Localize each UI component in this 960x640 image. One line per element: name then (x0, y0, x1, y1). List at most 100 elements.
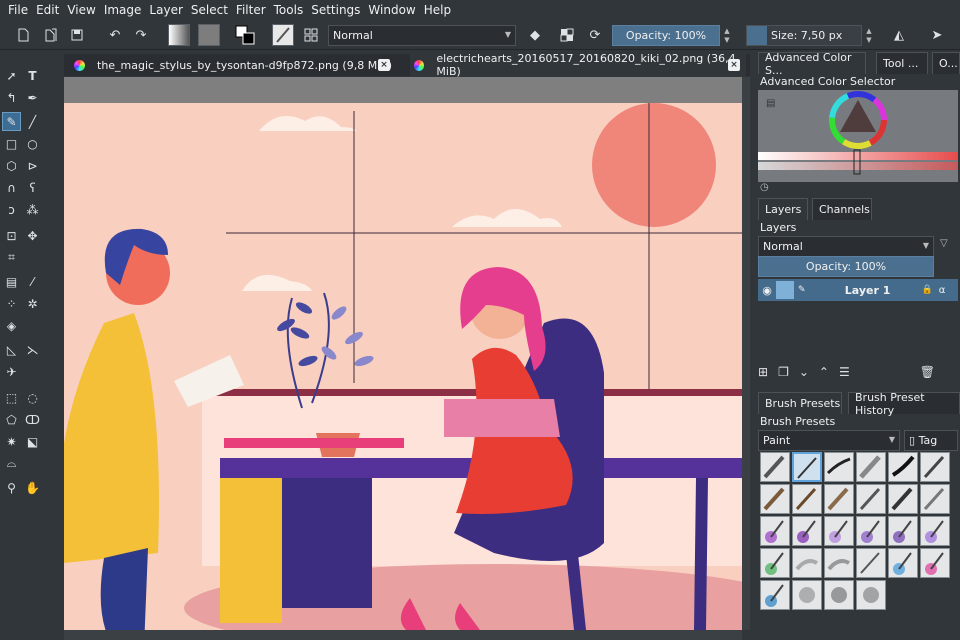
brush-filter-select[interactable]: Paint ▼ (758, 430, 900, 451)
tab-tool-options[interactable]: Tool ... (876, 52, 928, 74)
freehand-path-icon[interactable]: ʕ (23, 178, 42, 197)
mirror-horizontal-icon[interactable]: ◭ (888, 24, 910, 46)
color-wheel[interactable] (758, 90, 958, 182)
brush-tag-select[interactable]: ▯ Tag (904, 430, 958, 451)
brush-preset[interactable] (792, 484, 822, 514)
pattern-swatch[interactable] (198, 24, 220, 46)
freehand-select-icon[interactable]: ↀ (23, 410, 42, 429)
brush-preset[interactable] (920, 484, 950, 514)
colorize-mask-icon[interactable]: ⁘ (2, 294, 21, 313)
color-history-icon[interactable]: ◷ (760, 182, 769, 193)
brush-preset[interactable] (888, 484, 918, 514)
filter-icon[interactable]: ▽ (940, 238, 948, 249)
menu-window[interactable]: Window (364, 0, 419, 20)
brush-preset[interactable] (920, 548, 950, 578)
brush-preset-icon[interactable] (272, 24, 294, 46)
save-icon[interactable] (66, 24, 88, 46)
reload-preset-icon[interactable]: ⟳ (584, 24, 606, 46)
move-tool-icon[interactable]: ✥ (23, 226, 42, 245)
canvas-vertical-scrollbar[interactable] (742, 77, 750, 630)
tab-overview[interactable]: O... (932, 52, 960, 74)
brush-preset[interactable] (888, 548, 918, 578)
polyline-tool-icon[interactable]: ⊳ (23, 156, 42, 175)
rectangle-tool-icon[interactable]: □ (2, 134, 21, 153)
advanced-color-selector[interactable]: ▤ (758, 90, 958, 182)
blend-mode-select[interactable]: Normal ▼ (328, 25, 516, 46)
brush-preset[interactable] (856, 516, 886, 546)
menu-filter[interactable]: Filter (232, 0, 270, 20)
brush-preset[interactable] (760, 580, 790, 610)
layer-row-layer-1[interactable]: ◉ ✎ Layer 1 🔒 α (758, 279, 958, 301)
brush-preset[interactable] (792, 516, 822, 546)
brush-preset-selected[interactable] (792, 452, 822, 482)
brush-preset[interactable] (920, 516, 950, 546)
brush-preset[interactable] (888, 516, 918, 546)
canvas-horizontal-scrollbar[interactable] (64, 630, 742, 640)
ellipse-select-icon[interactable]: ◌ (23, 388, 42, 407)
gradient-swatch[interactable] (168, 24, 190, 46)
add-layer-icon[interactable]: ⊞ (758, 365, 768, 379)
brush-preset[interactable] (824, 516, 854, 546)
tab-brush-presets[interactable]: Brush Presets (758, 392, 842, 414)
properties-icon[interactable]: ☰ (839, 365, 850, 379)
gradient-tool-icon[interactable]: ▤ (2, 272, 21, 291)
color-picker-icon[interactable]: ⁄ (23, 272, 42, 291)
brush-preset[interactable] (792, 580, 822, 610)
brush-preset[interactable] (824, 484, 854, 514)
brush-preset[interactable] (760, 548, 790, 578)
menu-image[interactable]: Image (100, 0, 146, 20)
tab-channels[interactable]: Channels (812, 198, 872, 220)
measure-tool-icon[interactable]: ⋋ (23, 340, 42, 359)
tab-layers[interactable]: Layers (758, 198, 808, 220)
opacity-slider[interactable]: Opacity: 100% (612, 25, 720, 46)
opacity-spin[interactable]: ▲ ▼ (722, 25, 732, 46)
ellipse-tool-icon[interactable]: ○ (23, 134, 42, 153)
contiguous-select-icon[interactable]: ✷ (2, 432, 21, 451)
bezier-select-icon[interactable]: ⌓ (2, 454, 21, 473)
document-tab-2[interactable]: electrichearts_20160517_20160820_kiki_02… (410, 52, 746, 78)
delete-layer-icon[interactable]: 🗑 (920, 365, 935, 379)
rect-select-icon[interactable]: ⬚ (2, 388, 21, 407)
menu-select[interactable]: Select (187, 0, 232, 20)
alpha-lock-icon[interactable] (556, 24, 578, 46)
fill-tool-icon[interactable]: ◈ (2, 316, 21, 335)
grid-icon[interactable] (300, 24, 322, 46)
freehand-brush-icon[interactable]: ✎ (2, 112, 21, 131)
multibrush-icon[interactable]: ⁂ (23, 200, 42, 219)
transform-tool-icon[interactable]: ⊡ (2, 226, 21, 245)
brush-preset[interactable] (760, 452, 790, 482)
polygon-select-icon[interactable]: ⬠ (2, 410, 21, 429)
canvas-artwork[interactable] (64, 103, 742, 630)
brush-preset[interactable] (856, 484, 886, 514)
brush-preset[interactable] (760, 516, 790, 546)
zoom-tool-icon[interactable]: ⚲ (2, 478, 21, 497)
calligraphy-icon[interactable]: ✒ (23, 88, 42, 107)
tab-brush-history[interactable]: Brush Preset History (848, 391, 960, 417)
menu-file[interactable]: File (4, 0, 32, 20)
brush-preset[interactable] (824, 580, 854, 610)
close-icon[interactable]: × (378, 59, 390, 71)
menu-help[interactable]: Help (420, 0, 455, 20)
layer-blend-select[interactable]: Normal ▼ (758, 236, 934, 257)
reference-tool-icon[interactable]: ✈ (2, 362, 21, 381)
alpha-icon[interactable]: α (939, 285, 946, 296)
eye-icon[interactable]: ◉ (758, 284, 776, 297)
document-tab-1[interactable]: the_magic_stylus_by_tysontan-d9fp872.png… (70, 54, 396, 76)
brush-preset[interactable] (920, 452, 950, 482)
line-tool-icon[interactable]: ╱ (23, 112, 42, 131)
layer-opacity-slider[interactable]: Opacity: 100% (758, 256, 934, 277)
dynamic-brush-icon[interactable]: ↄ (2, 200, 21, 219)
eraser-icon[interactable]: ◆ (524, 24, 546, 46)
redo-icon[interactable]: ↷ (130, 24, 152, 46)
brush-preset[interactable] (856, 548, 886, 578)
lock-icon[interactable]: 🔒 (922, 285, 933, 295)
fg-bg-color-icon[interactable] (234, 24, 256, 46)
tab-advanced-color[interactable]: Advanced Color S... (758, 51, 866, 77)
menu-edit[interactable]: Edit (32, 0, 63, 20)
close-icon[interactable]: × (728, 59, 740, 71)
menu-settings[interactable]: Settings (307, 0, 364, 20)
brush-preset[interactable] (856, 580, 886, 610)
text-tool-icon[interactable]: T (23, 66, 42, 85)
size-spin[interactable]: ▲ ▼ (864, 25, 874, 46)
new-document-icon[interactable] (12, 24, 34, 46)
